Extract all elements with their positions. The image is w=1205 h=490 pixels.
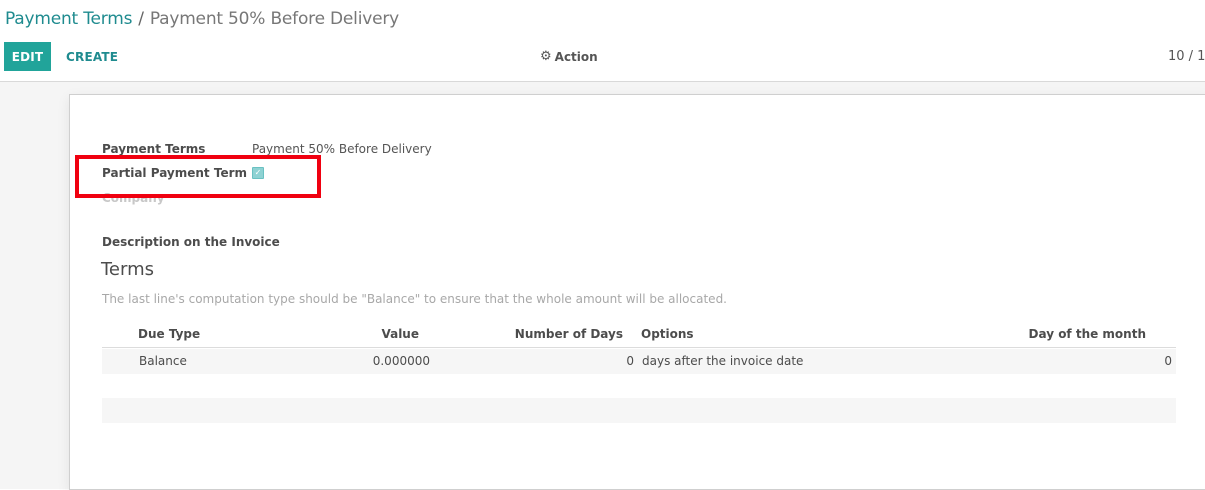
breadcrumb-separator: / [138, 9, 144, 29]
column-header-options[interactable]: Options [641, 327, 694, 341]
table-header-divider [102, 347, 1176, 348]
payment-terms-value: Payment 50% Before Delivery [252, 142, 432, 156]
breadcrumb-current-record: Payment 50% Before Delivery [149, 9, 399, 29]
pager-counter[interactable]: 10 / 10 [1168, 42, 1205, 71]
column-header-due-type[interactable]: Due Type [138, 327, 200, 341]
breadcrumb-payment-terms-link[interactable]: Payment Terms [5, 9, 132, 29]
create-button[interactable]: CREATE [62, 42, 122, 71]
table-empty-row [102, 398, 1176, 423]
control-panel: Payment Terms / Payment 50% Before Deliver… [0, 0, 1205, 82]
terms-help-text: The last line's computation type should … [102, 292, 727, 306]
breadcrumb: Payment Terms / Payment 50% Before Deliver… [5, 9, 399, 29]
cell-value: 0.000000 [372, 354, 430, 368]
payment-terms-label: Payment Terms [102, 142, 206, 156]
cell-day-of-month: 0 [1164, 354, 1172, 368]
cell-number-of-days: 0 [626, 354, 634, 368]
gear-icon: ⚙ [540, 49, 552, 64]
highlight-annotation-box [75, 155, 321, 198]
edit-button[interactable]: EDIT [4, 42, 51, 71]
cell-due-type: Balance [139, 354, 187, 368]
terms-section-heading: Terms [101, 259, 155, 280]
table-row[interactable] [102, 349, 1176, 374]
column-header-value[interactable]: Value [381, 327, 419, 341]
cell-options: days after the invoice date [642, 354, 804, 368]
action-menu-button[interactable]: ⚙ Action [540, 42, 598, 71]
action-menu-label: Action [554, 49, 598, 64]
column-header-day-of-month[interactable]: Day of the month [1029, 327, 1147, 341]
description-on-invoice-label: Description on the Invoice [102, 235, 280, 249]
column-header-number-of-days[interactable]: Number of Days [515, 327, 623, 341]
